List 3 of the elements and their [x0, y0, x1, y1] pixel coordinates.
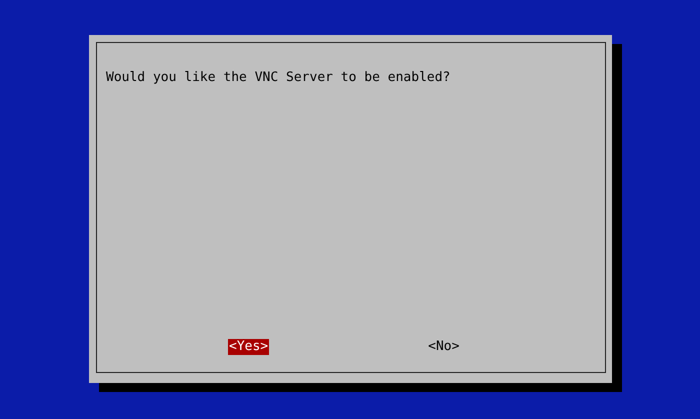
- yes-button[interactable]: <Yes>: [228, 339, 270, 355]
- dialog-message: Would you like the VNC Server to be enabled?: [106, 70, 452, 86]
- no-button[interactable]: <No>: [427, 339, 460, 355]
